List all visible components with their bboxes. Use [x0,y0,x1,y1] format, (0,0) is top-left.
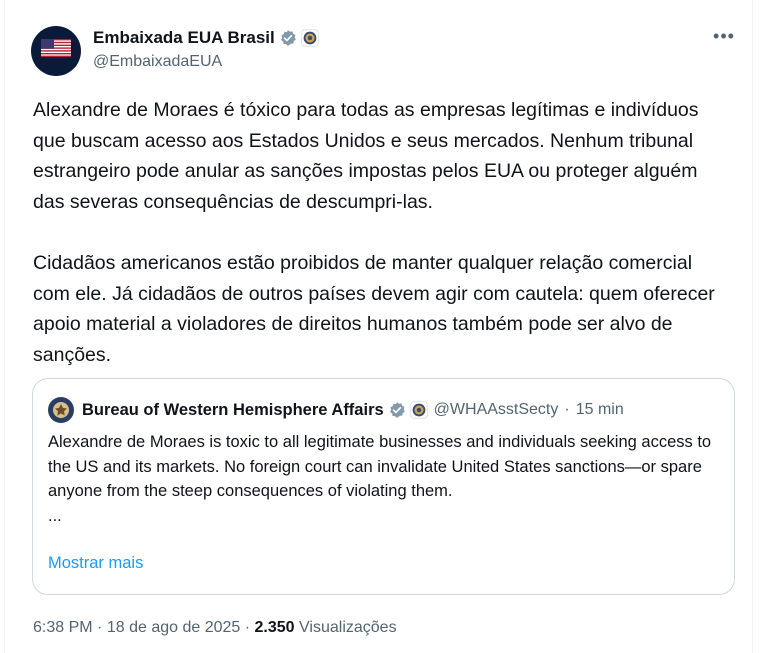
post-text: Alexandre de Moraes é tóxico para todas … [33,95,733,370]
author-names: Embaixada EUA Brasil @EmbaixadaEUA [93,28,319,71]
us-flag-icon [41,39,71,57]
quoted-handle: @WHAAsstSecty [433,401,559,418]
verified-badge-icon [389,402,405,418]
meta-separator: · [244,619,251,636]
quoted-paragraph: Alexandre de Moraes is toxic to all legi… [48,433,712,500]
quoted-time: 15 min [575,401,624,418]
post-time[interactable]: 6:38 PM [33,619,93,636]
quoted-text: Alexandre de Moraes is toxic to all legi… [48,430,728,528]
more-options-icon[interactable]: ••• [707,26,741,54]
show-more-link[interactable]: Mostrar mais [48,554,143,573]
views-count: 2.350 [254,619,295,636]
quoted-display-name: Bureau of Western Hemisphere Affairs [82,400,384,419]
post-header: Embaixada EUA Brasil @EmbaixadaEUA ••• [31,26,741,78]
post-card: Embaixada EUA Brasil @EmbaixadaEUA ••• A… [4,0,753,653]
quoted-ellipsis: ... [48,506,62,525]
quoted-author-avatar [48,397,74,423]
state-department-seal-icon[interactable] [301,29,319,47]
views-label: Visualizações [299,619,397,636]
author-avatar[interactable] [31,26,81,76]
state-department-seal-icon [49,398,73,422]
verified-badge-icon[interactable] [279,29,297,47]
post-meta: 6:38 PM · 18 de ago de 2025 · 2.350 Visu… [33,619,397,637]
post-date[interactable]: 18 de ago de 2025 [107,619,240,636]
author-display-name[interactable]: Embaixada EUA Brasil [93,28,275,48]
quoted-post[interactable]: Bureau of Western Hemisphere Affairs @WH… [32,378,735,595]
state-department-seal-icon [410,401,428,419]
quoted-separator: · [564,401,570,418]
author-handle[interactable]: @EmbaixadaEUA [93,53,319,71]
post-paragraph: Cidadãos americanos estão proibidos de m… [33,252,715,366]
quoted-post-header: Bureau of Western Hemisphere Affairs @WH… [48,397,624,423]
post-paragraph: Alexandre de Moraes é tóxico para todas … [33,99,699,213]
meta-separator: · [97,619,103,636]
